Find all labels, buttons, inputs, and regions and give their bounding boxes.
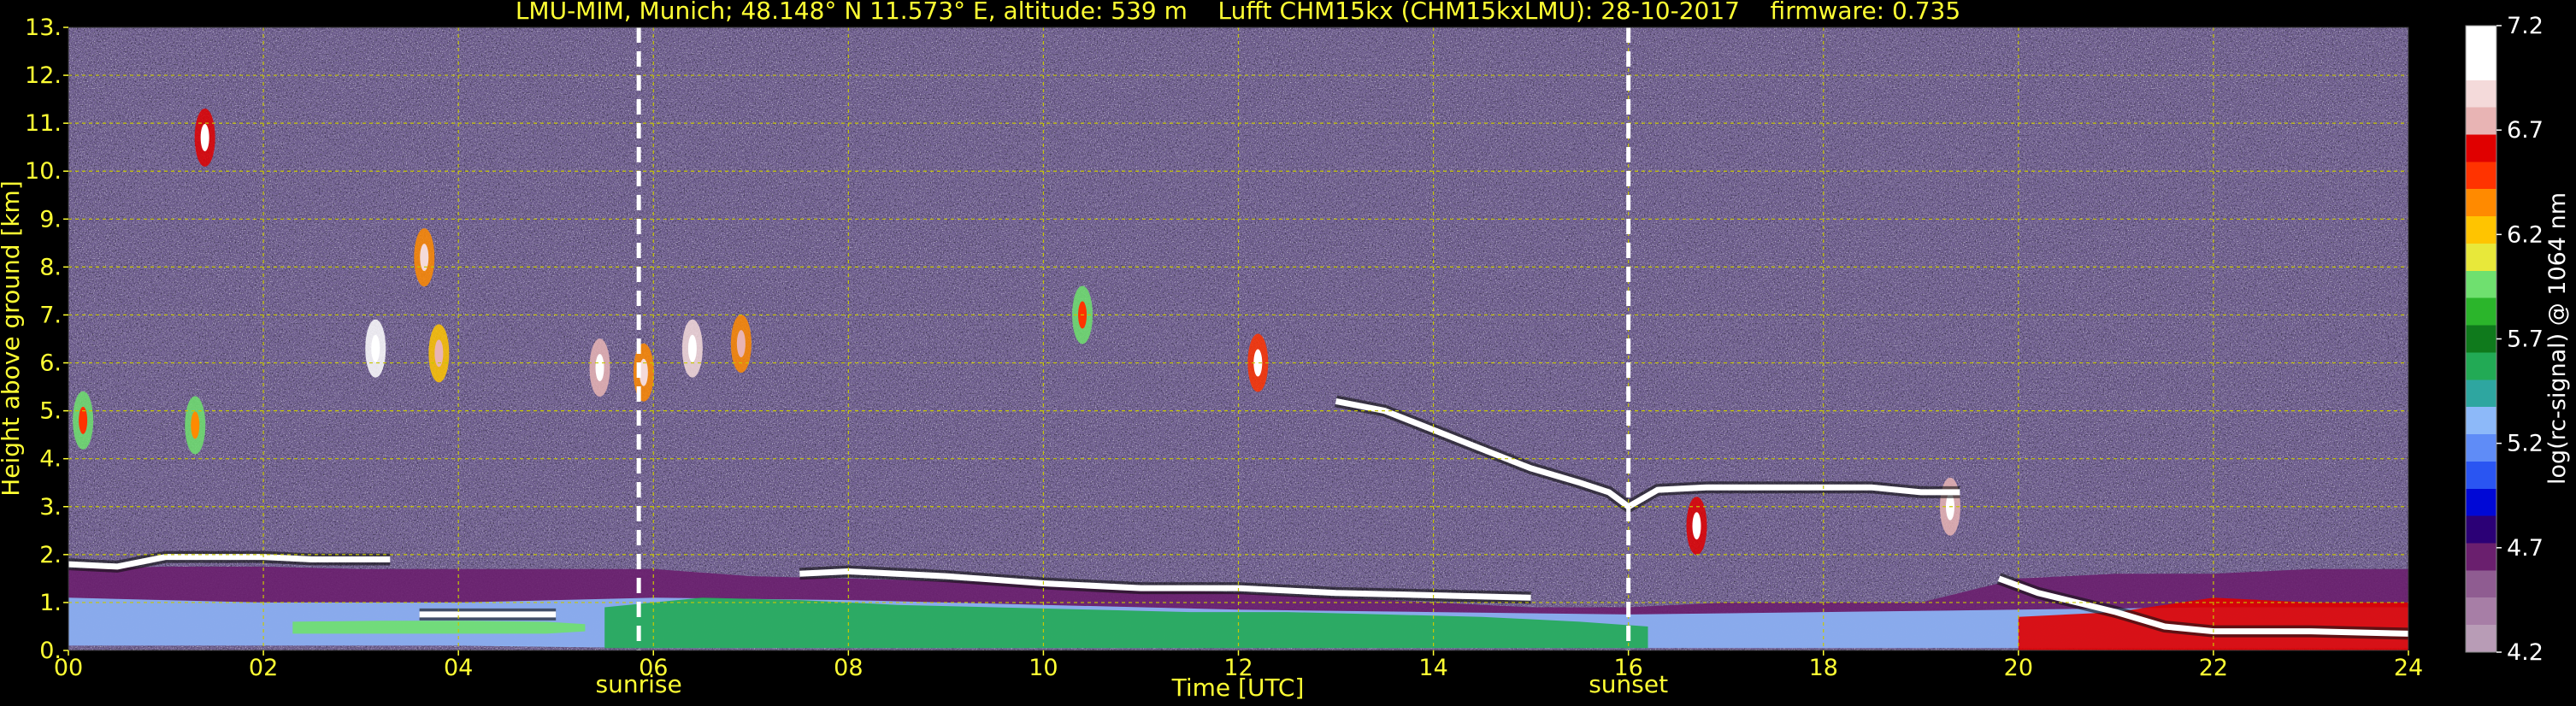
cloud-patch-core [595, 354, 604, 382]
colorbar-scale [2466, 26, 2496, 652]
y-tick-label: 13. [25, 15, 62, 41]
colorbar-tick-label: 5.7 [2507, 327, 2544, 353]
y-axis-label: Height above ground [km] [0, 180, 25, 497]
y-tick-label: 2. [39, 542, 62, 568]
x-tick-label: 20 [2004, 655, 2033, 681]
y-tick-label: 12. [25, 62, 62, 89]
x-tick-label: 08 [834, 655, 863, 681]
y-tick-label: 3. [39, 494, 62, 521]
y-tick-label: 8. [39, 254, 62, 280]
ceilometer-chart: LMU-MIM, Munich; 48.148° N 11.573° E, al… [0, 0, 2571, 702]
y-tick-label: 7. [39, 302, 62, 328]
colorbar-tick-label: 6.2 [2507, 221, 2544, 248]
cloud-patch-core [687, 334, 697, 362]
event-labels: sunrise sunset [596, 670, 1669, 698]
cloud-patch-core [191, 411, 200, 439]
event-label: sunset [1589, 670, 1668, 698]
colorbar: 4.2 4.7 5.2 5.7 6.2 6.7 7.2 log(rc-signal) @ 1… [2465, 13, 2571, 666]
y-tick-label: 9. [39, 206, 62, 232]
x-tick-label: 24 [2394, 655, 2423, 681]
cloud-patch-core [371, 334, 380, 362]
y-tick-label: 6. [39, 350, 62, 377]
y-tick-label: 4. [39, 446, 62, 473]
y-tick-label: 11. [25, 110, 62, 137]
cloud-patch-core [1692, 512, 1701, 540]
y-axis: 0.1.2.3.4.5.6.7.8.9.10.11.12.13. [25, 15, 68, 664]
y-tick-label: 5. [39, 398, 62, 425]
x-tick-label: 02 [249, 655, 278, 681]
chart-title: LMU-MIM, Munich; 48.148° N 11.573° E, al… [516, 0, 1960, 25]
colorbar-tick-label: 4.7 [2507, 535, 2544, 562]
colorbar-tick-label: 5.2 [2507, 431, 2544, 457]
cloud-patch-core [200, 123, 209, 151]
colorbar-tick-label: 6.7 [2507, 117, 2544, 144]
plot-area [68, 27, 2408, 650]
x-tick-label: 00 [54, 655, 83, 681]
x-tick-label: 04 [444, 655, 473, 681]
x-tick-label: 22 [2199, 655, 2228, 681]
x-tick-label: 10 [1029, 655, 1058, 681]
y-tick-label: 10. [25, 158, 62, 185]
x-axis-label: Time [UTC] [1171, 674, 1305, 702]
x-tick-label: 18 [1809, 655, 1838, 681]
cloud-patch-core [736, 330, 746, 358]
colorbar-tick-label: 7.2 [2507, 13, 2544, 39]
colorbar-ticks: 4.2 4.7 5.2 5.7 6.2 6.7 7.2 [2496, 13, 2544, 666]
colorbar-label: log(rc-signal) @ 1064 nm [2544, 192, 2571, 485]
y-tick-label: 1. [39, 590, 62, 616]
x-tick-label: 14 [1418, 655, 1447, 681]
layer-band [292, 621, 586, 634]
colorbar-tick-label: 4.2 [2507, 639, 2544, 666]
event-label: sunrise [596, 670, 682, 698]
